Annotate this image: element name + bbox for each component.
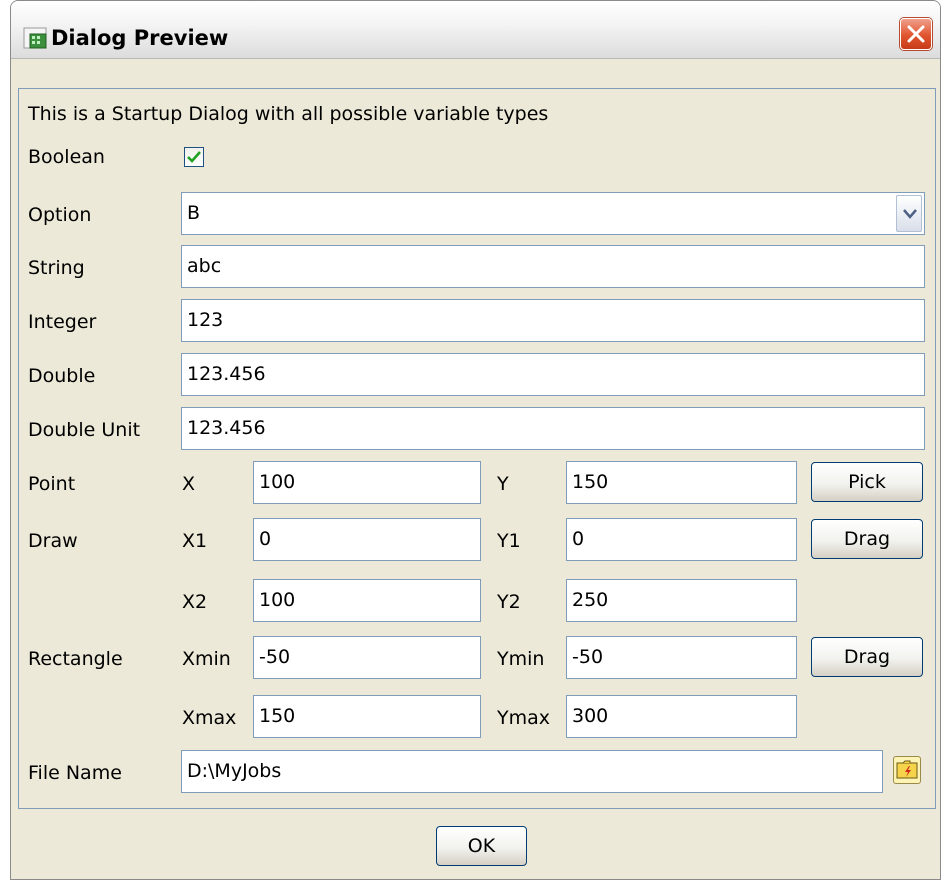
double-unit-label: Double Unit [28,419,141,441]
point-y-label: Y [497,473,509,495]
point-label: Point [28,473,76,495]
browse-folder-button[interactable] [893,756,921,784]
draw-y1-input[interactable]: 0 [566,518,797,561]
option-label: Option [28,204,92,226]
point-x-input[interactable]: 100 [253,461,481,504]
double-label: Double [28,365,96,387]
option-select[interactable]: B [181,192,925,235]
window-title: Dialog Preview [51,26,229,50]
rectangle-ymax-input[interactable]: 300 [566,695,797,738]
rectangle-xmin-input[interactable]: -50 [253,636,481,679]
option-selected-value: B [187,202,201,224]
close-icon [907,25,925,43]
string-input[interactable]: abc [181,245,925,288]
draw-y1-label: Y1 [497,530,521,552]
rectangle-ymin-label: Ymin [497,648,545,670]
form-panel: This is a Startup Dialog with all possib… [18,88,936,809]
string-label: String [28,257,85,279]
double-unit-input[interactable]: 123.456 [181,407,925,450]
rectangle-label: Rectangle [28,648,123,670]
draw-label: Draw [28,530,78,552]
integer-input[interactable]: 123 [181,299,925,342]
point-y-input[interactable]: 150 [566,461,797,504]
draw-drag-button[interactable]: Drag [811,519,923,559]
point-x-label: X [182,473,196,495]
rectangle-ymin-input[interactable]: -50 [566,636,797,679]
rectangle-xmax-label: Xmax [182,707,237,729]
app-icon [23,25,49,51]
draw-x2-input[interactable]: 100 [253,579,481,622]
file-name-input[interactable]: D:\MyJobs [181,750,883,793]
description-text: This is a Startup Dialog with all possib… [28,103,549,125]
file-name-label: File Name [28,762,122,784]
pick-button[interactable]: Pick [811,462,923,502]
dialog-window: Dialog Preview This is a Startup Dialog … [10,0,941,880]
draw-y2-label: Y2 [497,591,521,613]
draw-x1-input[interactable]: 0 [253,518,481,561]
integer-label: Integer [28,311,97,333]
close-button[interactable] [900,18,932,50]
title-bar[interactable]: Dialog Preview [11,1,940,59]
rectangle-xmin-label: Xmin [182,648,231,670]
draw-x2-label: X2 [182,591,208,613]
rectangle-xmax-input[interactable]: 150 [253,695,481,738]
draw-y2-input[interactable]: 250 [566,579,797,622]
boolean-checkbox[interactable] [184,147,204,167]
folder-icon [896,760,918,779]
rectangle-drag-button[interactable]: Drag [811,637,923,677]
chevron-down-icon [903,209,917,219]
boolean-label: Boolean [28,146,105,168]
dropdown-button[interactable] [896,195,922,232]
double-input[interactable]: 123.456 [181,353,925,396]
draw-x1-label: X1 [182,530,208,552]
rectangle-ymax-label: Ymax [497,707,551,729]
ok-button[interactable]: OK [436,826,527,866]
checkmark-icon [187,151,201,163]
